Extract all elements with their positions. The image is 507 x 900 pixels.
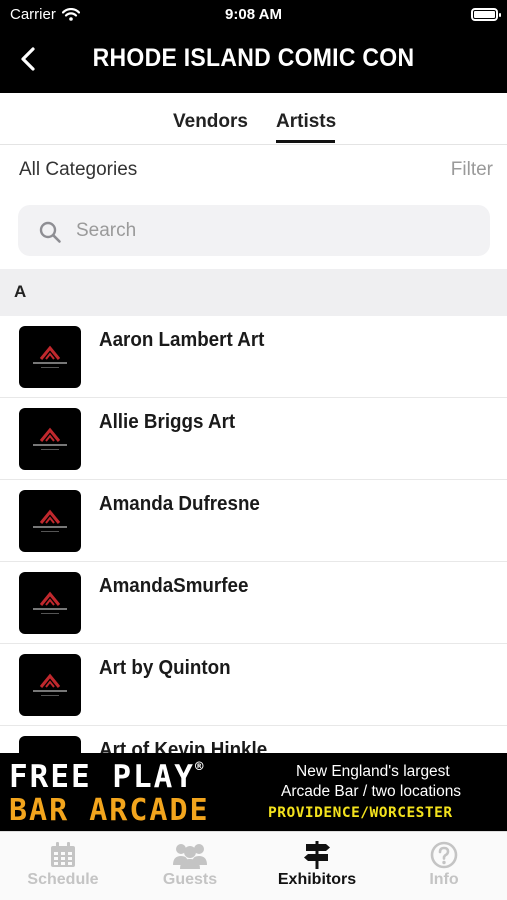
search-input[interactable] xyxy=(76,205,476,256)
ad-banner[interactable]: FREE PLAY® BAR ARCADE New England's larg… xyxy=(0,753,507,831)
battery-icon xyxy=(471,8,501,21)
artist-logo-thumbnail xyxy=(19,408,81,470)
filter-row: All Categories Filter xyxy=(0,145,507,193)
exhibitor-tabs: Vendors Artists xyxy=(0,93,507,145)
ad-locations: PROVIDENCE/WORCESTER xyxy=(268,805,453,821)
ad-headline-text: FREE PLAY xyxy=(9,759,195,795)
artist-logo-thumbnail xyxy=(19,490,81,552)
search-bar[interactable] xyxy=(18,205,490,256)
artist-logo-thumbnail xyxy=(19,326,81,388)
artist-list: Aaron Lambert Art Allie Briggs Art Amand… xyxy=(0,316,507,753)
artist-name: Aaron Lambert Art xyxy=(99,329,265,351)
tab-label: Exhibitors xyxy=(277,871,357,888)
status-bar: Carrier 9:08 AM xyxy=(0,0,507,28)
search-icon xyxy=(39,221,61,243)
top-header: Carrier 9:08 AM RHODE ISLAND COMIC CON xyxy=(0,0,507,93)
page-title: RHODE ISLAND COMIC CON xyxy=(92,44,415,72)
people-icon xyxy=(173,844,207,869)
list-item[interactable]: Amanda Dufresne xyxy=(0,480,507,562)
bottom-tab-bar: Schedule Guests Exhibitors Info xyxy=(0,831,507,900)
question-icon xyxy=(430,841,458,869)
calendar-icon xyxy=(51,842,75,867)
ad-tagline-2: Arcade Bar / two locations xyxy=(281,783,462,800)
category-selector[interactable]: All Categories xyxy=(19,159,137,181)
tab-vendors[interactable]: Vendors xyxy=(173,111,248,133)
artist-logo-thumbnail xyxy=(19,572,81,634)
ad-tagline-1: New England's largest xyxy=(296,763,450,780)
ad-trademark: ® xyxy=(194,759,204,775)
signpost-icon xyxy=(304,841,330,869)
artist-logo-thumbnail xyxy=(19,654,81,716)
list-item[interactable]: Art by Quinton xyxy=(0,644,507,726)
nav-bar: RHODE ISLAND COMIC CON xyxy=(0,28,507,93)
list-item[interactable]: Art of Kevin Hinkle xyxy=(0,726,507,753)
active-tab-indicator xyxy=(276,140,335,143)
artist-name: Amanda Dufresne xyxy=(99,493,260,515)
tab-guests[interactable]: Guests xyxy=(127,832,253,900)
artist-logo-thumbnail xyxy=(19,736,81,753)
tab-label: Schedule xyxy=(27,871,99,888)
status-time: 9:08 AM xyxy=(225,6,282,23)
tab-label: Guests xyxy=(162,871,218,888)
tab-artists[interactable]: Artists xyxy=(276,111,336,133)
artist-name: Art by Quinton xyxy=(99,657,231,679)
list-item[interactable]: Allie Briggs Art xyxy=(0,398,507,480)
list-item[interactable]: Aaron Lambert Art xyxy=(0,316,507,398)
ad-headline: FREE PLAY® xyxy=(9,759,203,795)
ad-subheadline: BAR ARCADE xyxy=(9,793,210,828)
artist-name: Art of Kevin Hinkle xyxy=(99,739,268,753)
section-letter: A xyxy=(14,282,27,301)
tab-info[interactable]: Info xyxy=(381,832,507,900)
tab-label: Info xyxy=(429,871,459,888)
section-header: A xyxy=(0,269,507,316)
list-item[interactable]: AmandaSmurfee xyxy=(0,562,507,644)
tab-exhibitors[interactable]: Exhibitors xyxy=(254,832,380,900)
filter-button[interactable]: Filter xyxy=(451,159,493,181)
artist-name: Allie Briggs Art xyxy=(99,411,236,433)
artist-name: AmandaSmurfee xyxy=(99,575,249,597)
tab-schedule[interactable]: Schedule xyxy=(0,832,126,900)
